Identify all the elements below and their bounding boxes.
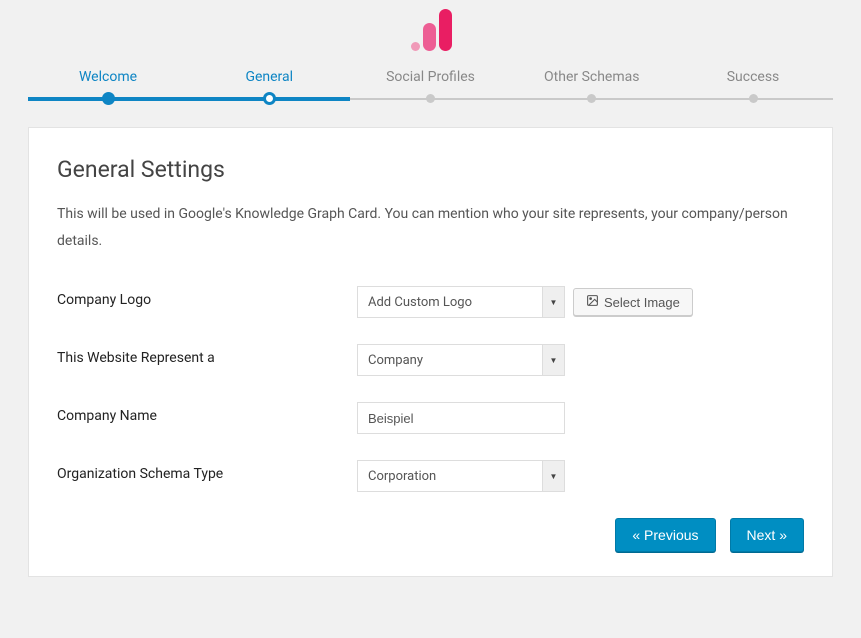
step-welcome[interactable]: Welcome <box>28 69 188 85</box>
step-dot-general <box>263 92 276 105</box>
org-schema-select-value: Corporation <box>368 469 436 484</box>
chevron-down-icon: ▼ <box>542 461 564 491</box>
company-logo-label: Company Logo <box>57 286 357 308</box>
step-dot-social <box>426 94 435 103</box>
step-success[interactable]: Success <box>673 69 833 85</box>
company-name-label: Company Name <box>57 402 357 424</box>
represent-label: This Website Represent a <box>57 344 357 366</box>
step-dot-other <box>587 94 596 103</box>
org-schema-select[interactable]: Corporation ▼ <box>357 460 565 492</box>
wizard-stepper: Welcome General Social Profiles Other Sc… <box>0 69 861 105</box>
company-logo-select-value: Add Custom Logo <box>368 295 472 310</box>
settings-card: General Settings This will be used in Go… <box>28 127 833 577</box>
chevron-down-icon: ▼ <box>542 287 564 317</box>
page-description: This will be used in Google's Knowledge … <box>57 201 804 254</box>
app-logo <box>0 0 861 69</box>
image-icon <box>586 294 599 310</box>
select-image-button[interactable]: Select Image <box>573 288 693 316</box>
field-company-name: Company Name <box>57 402 804 434</box>
step-social-profiles[interactable]: Social Profiles <box>351 69 511 85</box>
step-dot-welcome <box>102 92 115 105</box>
step-general[interactable]: General <box>189 69 349 85</box>
chevron-down-icon: ▼ <box>542 345 564 375</box>
represent-select[interactable]: Company ▼ <box>357 344 565 376</box>
represent-select-value: Company <box>368 353 423 368</box>
page-title: General Settings <box>57 156 804 183</box>
previous-button[interactable]: « Previous <box>615 518 715 552</box>
field-represent: This Website Represent a Company ▼ <box>57 344 804 376</box>
company-logo-select[interactable]: Add Custom Logo ▼ <box>357 286 565 318</box>
step-dot-success <box>749 94 758 103</box>
select-image-label: Select Image <box>604 295 680 310</box>
org-schema-label: Organization Schema Type <box>57 460 357 482</box>
next-button[interactable]: Next » <box>730 518 804 552</box>
step-other-schemas[interactable]: Other Schemas <box>512 69 672 85</box>
field-org-schema: Organization Schema Type Corporation ▼ <box>57 460 804 492</box>
company-name-input[interactable] <box>357 402 565 434</box>
field-company-logo: Company Logo Add Custom Logo ▼ Select Im… <box>57 286 804 318</box>
